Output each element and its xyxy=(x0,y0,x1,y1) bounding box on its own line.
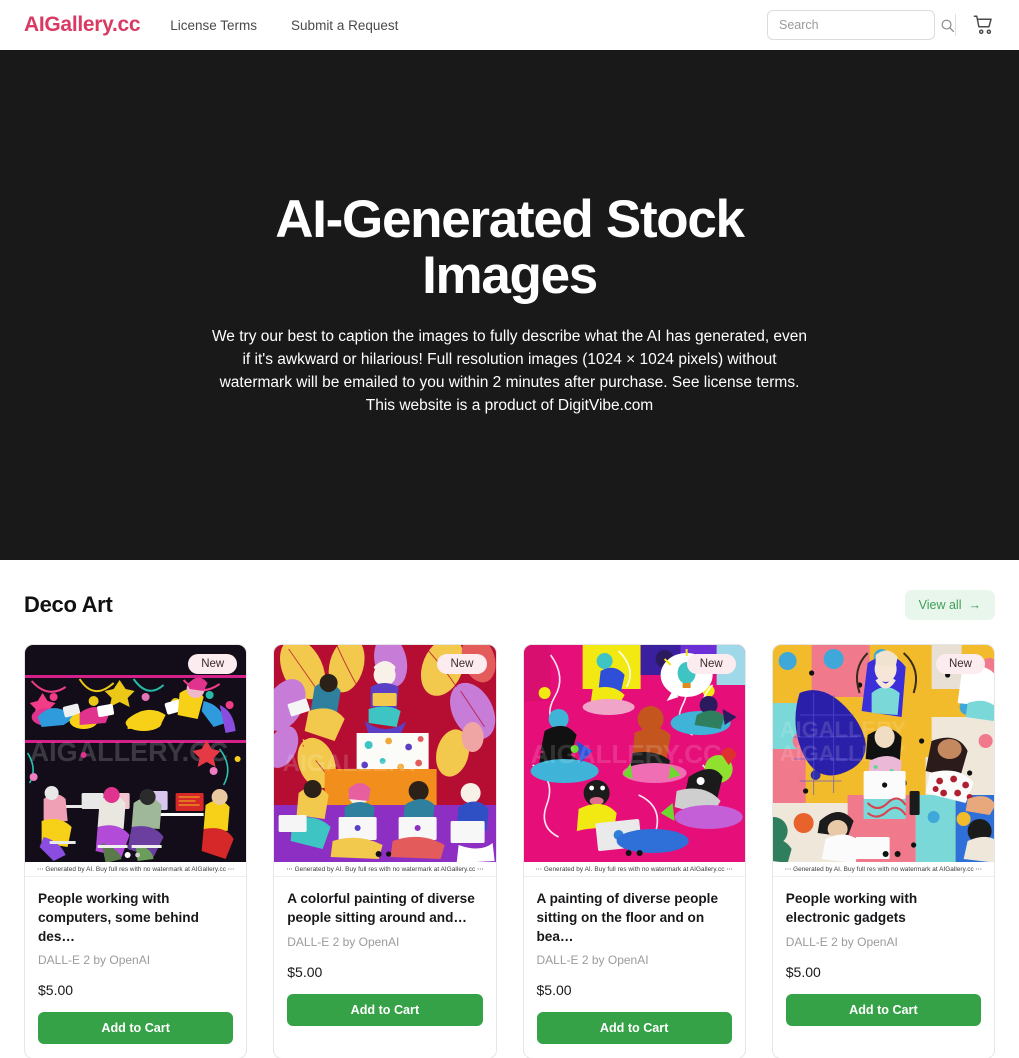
hero-title: AI-Generated Stock Images xyxy=(275,189,745,306)
product-title[interactable]: A colorful painting of diverse people si… xyxy=(287,890,482,928)
new-badge[interactable]: New xyxy=(935,654,985,674)
product-price: $5.00 xyxy=(785,963,821,980)
product-image-wrapper[interactable]: AIGALLERY New xyxy=(274,645,496,862)
add-to-cart-button[interactable]: Add to Cart xyxy=(38,1012,234,1045)
watermark-strip: ⋯ Generated by AI. Buy full res with no … xyxy=(772,862,994,877)
deco-art-magenta-floor-beanbags: AIGALLERY.CC xyxy=(523,645,745,862)
product-price: $5.00 xyxy=(536,982,572,999)
new-badge[interactable]: New xyxy=(437,654,487,674)
product-card[interactable]: AIGALLERY.CC New ⋯ Generated by AI. Buy … xyxy=(522,644,746,1058)
nav-submit-request[interactable]: Submit a Request xyxy=(291,18,398,33)
product-title[interactable]: A painting of diverse people sitting on … xyxy=(537,890,732,946)
arrow-right-icon: → xyxy=(968,598,982,612)
watermark-strip: ⋯ Generated by AI. Buy full res with no … xyxy=(274,862,496,877)
product-model: DALL-E 2 by OpenAI xyxy=(287,934,400,949)
site-header: AIGallery.cc License Terms Submit a Requ… xyxy=(0,0,1019,50)
watermark-strip: ⋯ Generated by AI. Buy full res with no … xyxy=(25,862,247,877)
add-to-cart-button[interactable]: Add to Cart xyxy=(785,993,981,1026)
deco-art-section: Deco Art View all → AIGALLERY.CC New ⋯ G… xyxy=(0,560,1019,1058)
watermark-strip: ⋯ Generated by AI. Buy full res with no … xyxy=(523,862,745,877)
product-image-wrapper[interactable]: AIGALLERY.CC New xyxy=(523,645,745,862)
product-card[interactable]: AIGALLERY.CC New ⋯ Generated by AI. Buy … xyxy=(24,644,248,1058)
header-actions xyxy=(767,10,995,40)
search-icon[interactable] xyxy=(940,18,955,33)
product-card-body: A painting of diverse people sitting on … xyxy=(524,877,745,1058)
product-price: $5.00 xyxy=(287,963,323,980)
hero-subtitle: We try our best to caption the images to… xyxy=(211,328,808,415)
section-title: Deco Art xyxy=(24,592,113,617)
shopping-cart-icon[interactable] xyxy=(973,14,995,36)
product-title[interactable]: People working with computers, some behi… xyxy=(38,890,233,946)
section-header: Deco Art View all → xyxy=(24,590,995,620)
product-model: DALL-E 2 by OpenAI xyxy=(785,934,898,949)
header-divider xyxy=(955,14,956,36)
add-to-cart-button[interactable]: Add to Cart xyxy=(536,1012,732,1045)
add-to-cart-button[interactable]: Add to Cart xyxy=(287,993,483,1026)
svg-text:AIGALLERY.CC: AIGALLERY.CC xyxy=(530,739,721,769)
deco-art-yellow-grid-gadgets: AIGALLERYAIGALLERY xyxy=(772,645,994,862)
product-card-body: People working with computers, some behi… xyxy=(25,877,246,1058)
deco-art-colorful-leaves-laptops: AIGALLERY xyxy=(274,645,496,862)
search-box[interactable] xyxy=(767,10,955,40)
product-model: DALL-E 2 by OpenAI xyxy=(38,953,151,968)
product-image-wrapper[interactable]: AIGALLERY.CC New xyxy=(25,645,247,862)
new-badge[interactable]: New xyxy=(188,654,238,674)
product-card[interactable]: AIGALLERY AIGALLERY New ⋯ Generated by A… xyxy=(771,644,995,1058)
primary-nav: License Terms Submit a Request xyxy=(170,18,398,33)
product-card-body: A colorful painting of diverse people si… xyxy=(274,877,495,1040)
new-badge[interactable]: New xyxy=(686,654,736,674)
view-all-label: View all xyxy=(918,598,962,612)
product-card-body: People working with electronic gadgets D… xyxy=(773,877,994,1040)
view-all-button[interactable]: View all → xyxy=(904,590,995,620)
product-price: $5.00 xyxy=(38,982,74,999)
svg-text:AIGALLERY: AIGALLERY xyxy=(283,750,421,777)
product-image-wrapper[interactable]: AIGALLERY AIGALLERY New xyxy=(772,645,994,862)
product-model: DALL-E 2 by OpenAI xyxy=(536,953,649,968)
deco-art-people-computers-dark: AIGALLERY.CC xyxy=(25,645,247,862)
product-grid: AIGALLERY.CC New ⋯ Generated by AI. Buy … xyxy=(24,644,995,1058)
search-input[interactable] xyxy=(779,18,940,32)
product-title[interactable]: People working with electronic gadgets xyxy=(786,890,981,928)
nav-license-terms[interactable]: License Terms xyxy=(170,18,257,33)
product-card[interactable]: AIGALLERY New ⋯ Generated by AI. Buy ful… xyxy=(273,644,497,1058)
hero-banner: AI-Generated Stock Images We try our bes… xyxy=(0,50,1019,560)
site-logo[interactable]: AIGallery.cc xyxy=(24,13,141,37)
